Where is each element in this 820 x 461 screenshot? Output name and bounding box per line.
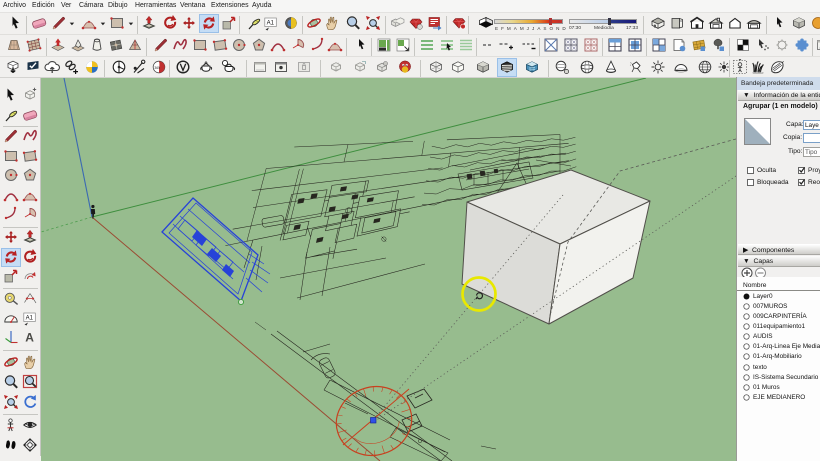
svg-text:A1: A1 <box>267 21 275 27</box>
svg-text:A1: A1 <box>26 316 34 322</box>
svg-text:365: 365 <box>154 66 160 70</box>
svg-text:A: A <box>25 331 34 345</box>
